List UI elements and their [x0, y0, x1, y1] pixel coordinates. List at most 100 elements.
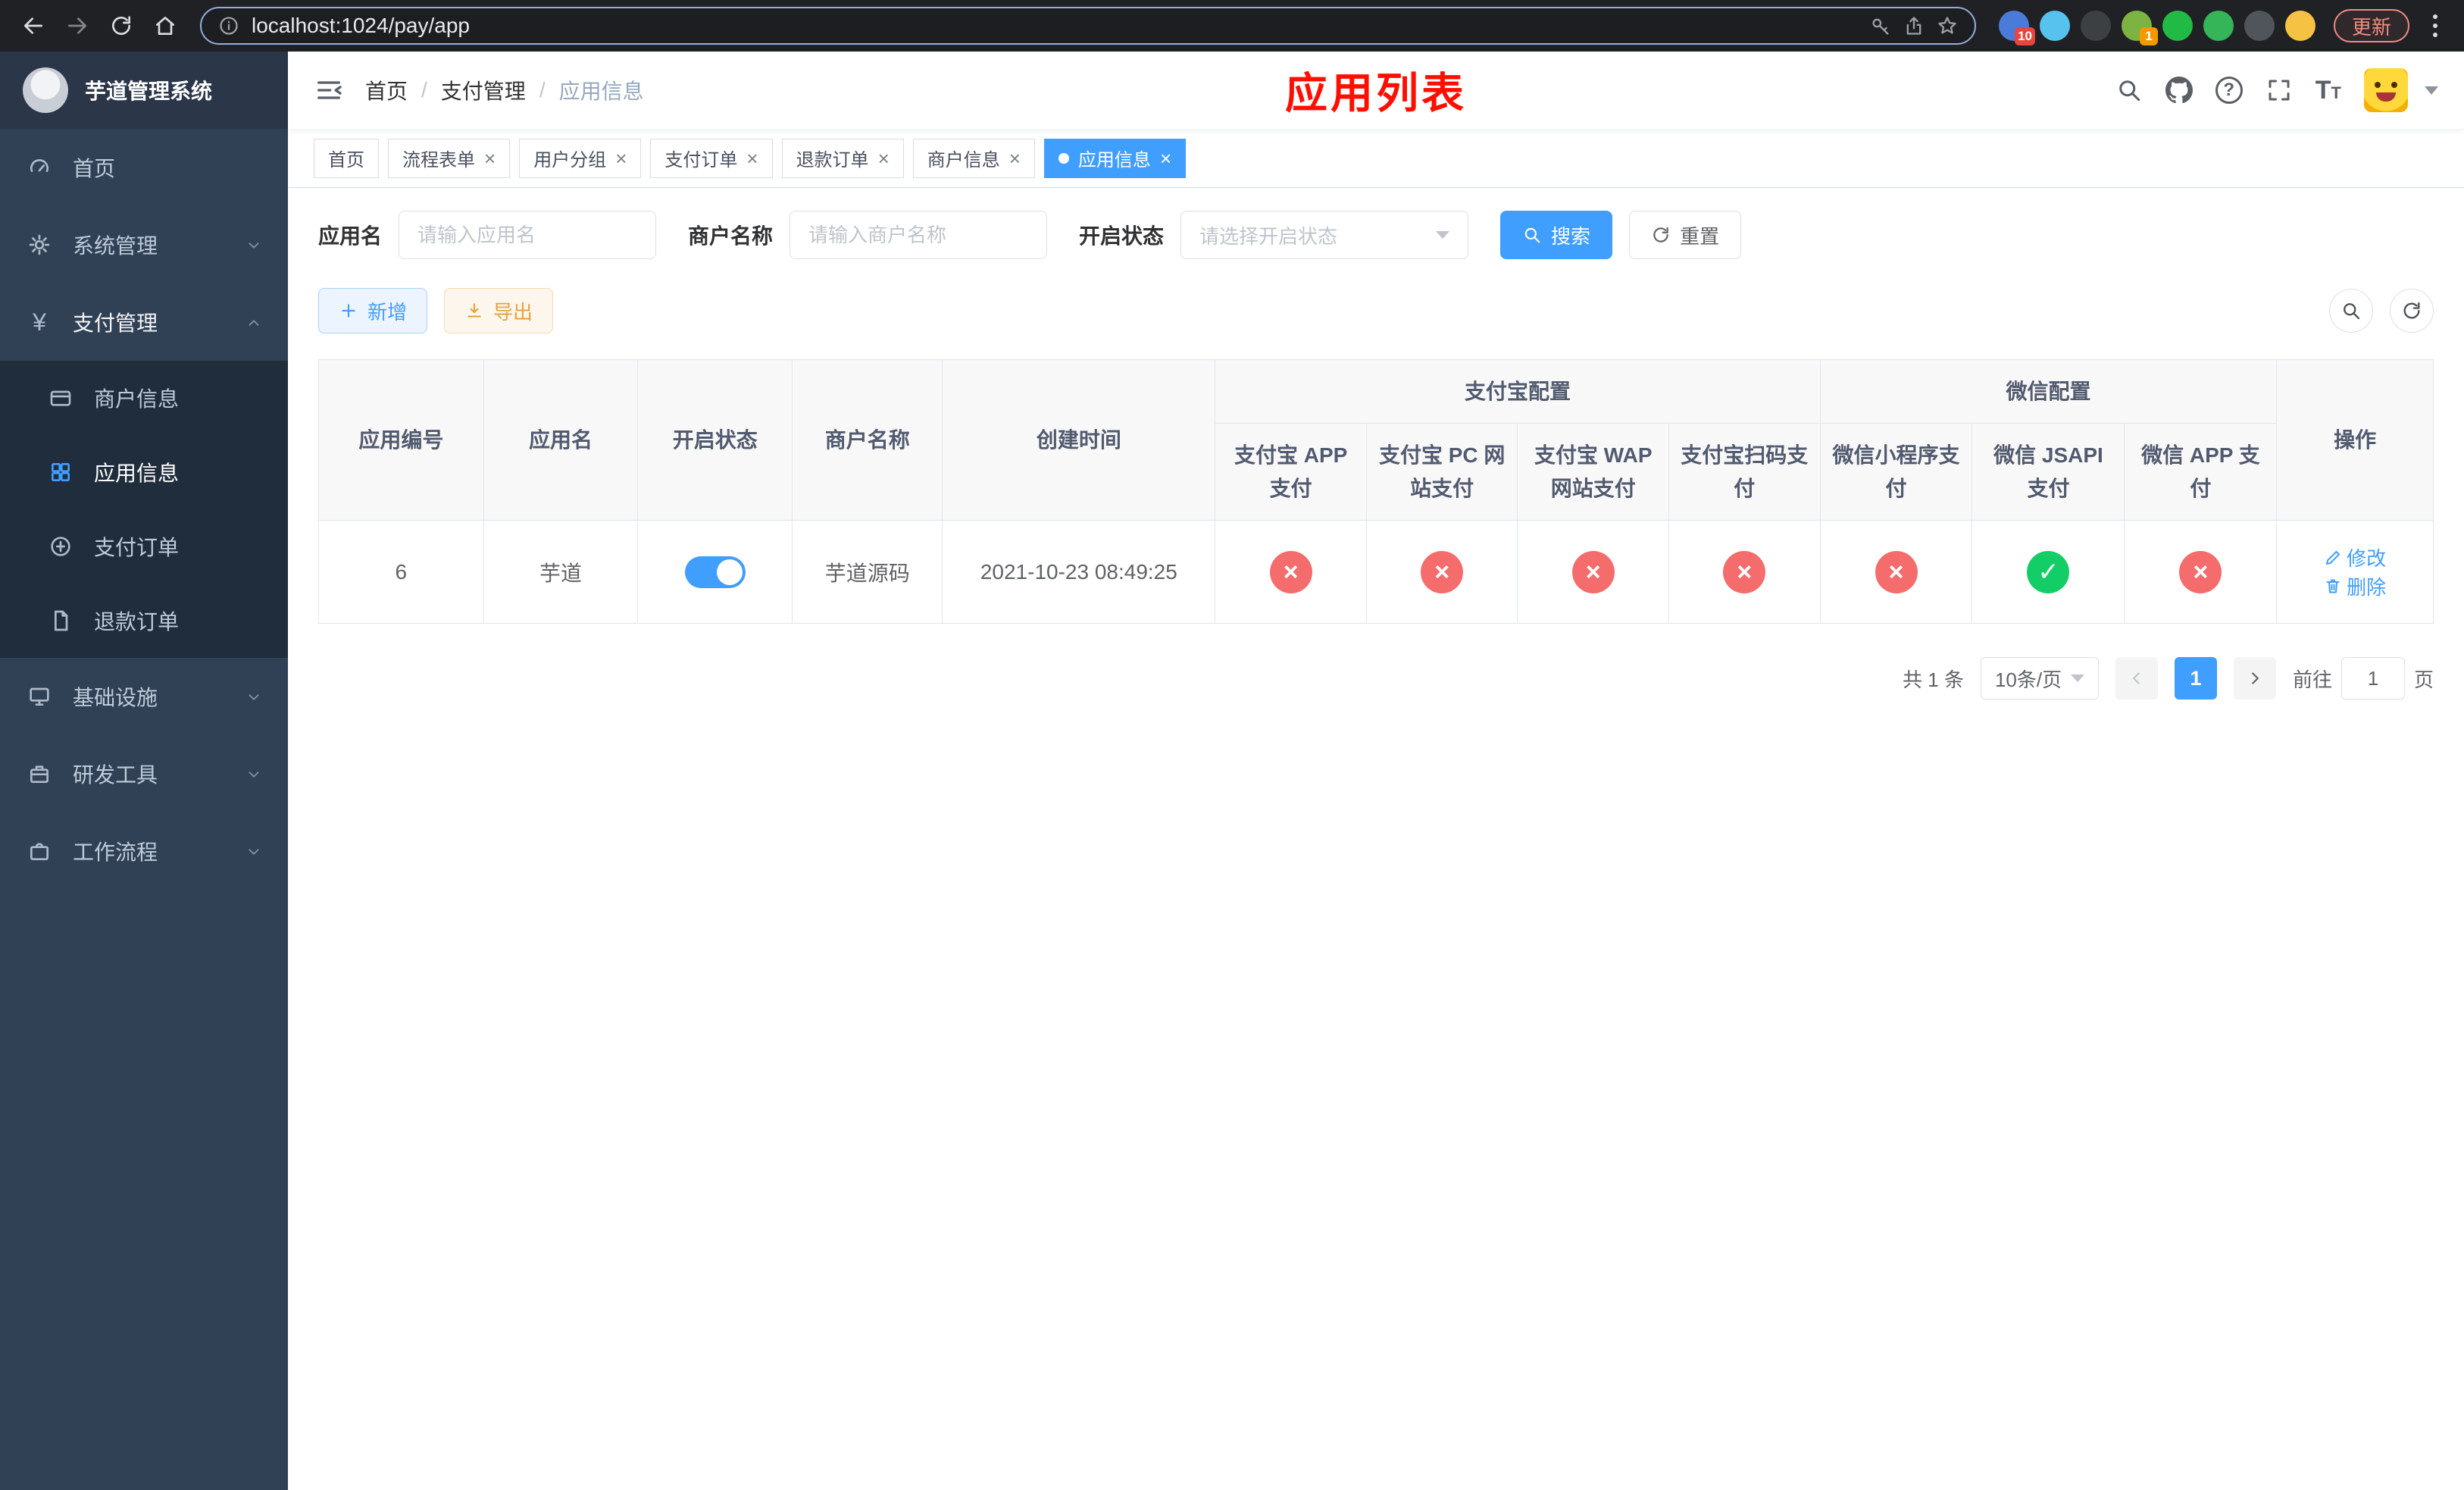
reload-button[interactable] [102, 6, 141, 45]
extension-chat-icon[interactable] [2203, 11, 2234, 41]
col-wechat-mini: 微信小程序支付 [1819, 423, 1973, 521]
download-icon [464, 301, 484, 321]
dashboard-icon [26, 155, 53, 180]
browser-menu-icon[interactable] [2420, 6, 2450, 45]
chrome-update-button[interactable]: 更新 [2333, 9, 2409, 42]
bookmark-star-icon[interactable] [1937, 15, 1958, 36]
edit-link[interactable]: 修改 [2324, 543, 2386, 571]
sidebar-item-dev-tools[interactable]: 研发工具 [0, 735, 288, 812]
hamburger-icon[interactable] [314, 75, 344, 105]
table-row: 6 芋道 芋道源码 2021-10-23 08:49:25 × × × × × … [318, 520, 2434, 624]
cell-app-name: 芋道 [483, 520, 639, 624]
table-toolbar: 新增 导出 [318, 288, 2434, 333]
pagination: 共 1 条 10条/页 1 前往 页 [318, 657, 2434, 700]
status-select[interactable]: 请选择开启状态 [1180, 211, 1469, 259]
chevron-down-icon [245, 687, 262, 706]
app-title: 芋道管理系统 [85, 80, 213, 103]
merchant-name-input[interactable] [790, 211, 1048, 259]
col-status: 开启状态 [637, 358, 793, 521]
apps-table: 应用编号 应用名 开启状态 商户名称 创建时间 支付宝配置 微信配置 操作 支付… [318, 358, 2434, 624]
col-group-wechat: 微信配置 [1819, 358, 2278, 424]
toggle-search-button[interactable] [2329, 289, 2373, 333]
goto-label: 前往 [2292, 668, 2332, 691]
home-button[interactable] [145, 6, 185, 45]
sidebar-item-merchant-info[interactable]: 商户信息 [0, 361, 288, 435]
cell-merchant: 芋道源码 [792, 520, 943, 624]
tab-user-group[interactable]: 用户分组 × [519, 138, 642, 178]
breadcrumb-home[interactable]: 首页 [365, 75, 408, 105]
page-number-1[interactable]: 1 [2174, 657, 2217, 700]
sidebar-item-workflow[interactable]: 工作流程 [0, 812, 288, 890]
sidebar-item-infra[interactable]: 基础设施 [0, 658, 288, 735]
extension-dark-icon[interactable] [2080, 11, 2111, 41]
close-icon[interactable]: × [878, 149, 890, 168]
tab-merchant-info[interactable]: 商户信息 × [912, 138, 1035, 178]
sidebar-item-system[interactable]: 系统管理 [0, 206, 288, 283]
help-icon[interactable]: ? [2215, 77, 2243, 104]
chevron-up-icon [245, 312, 262, 332]
back-button[interactable] [14, 6, 53, 45]
col-alipay-pc: 支付宝 PC 网站支付 [1365, 423, 1518, 521]
tags-view-bar: 首页 流程表单 × 用户分组 × 支付订单 × 退款订单 × 商户信息 × 应用信息 × [288, 129, 2464, 188]
fullscreen-icon[interactable] [2265, 77, 2293, 104]
alipay-scan-status-icon: × [1723, 550, 1766, 593]
sidebar-item-pay-order[interactable]: 支付订单 [0, 509, 288, 584]
col-app-id: 应用编号 [318, 358, 484, 521]
extension-drop-icon[interactable] [2039, 11, 2070, 41]
close-icon[interactable]: × [615, 149, 627, 168]
delete-link[interactable]: 删除 [2324, 572, 2386, 600]
font-size-icon[interactable]: TT [2315, 76, 2341, 105]
share-icon[interactable] [1903, 15, 1925, 36]
search-button[interactable]: 搜索 [1500, 211, 1613, 259]
tab-refund-order[interactable]: 退款订单 × [781, 138, 904, 178]
site-info-icon[interactable] [218, 15, 239, 36]
tab-app-info[interactable]: 应用信息 × [1043, 138, 1187, 178]
caret-down-icon[interactable] [2425, 86, 2438, 95]
address-bar[interactable]: localhost:1024/pay/app [200, 7, 1976, 45]
page-size-select[interactable]: 10条/页 [1980, 657, 2099, 700]
breadcrumb: 首页 / 支付管理 / 应用信息 [365, 75, 644, 105]
tab-pay-order[interactable]: 支付订单 × [650, 138, 773, 178]
extension-blue-icon[interactable]: 10 [1998, 11, 2035, 45]
refresh-table-button[interactable] [2390, 289, 2434, 333]
user-avatar[interactable] [2364, 68, 2408, 112]
close-icon[interactable]: × [746, 149, 758, 168]
enable-toggle[interactable] [684, 556, 746, 588]
next-page-button[interactable] [2233, 657, 2276, 700]
sidebar-item-app-info[interactable]: 应用信息 [0, 435, 288, 509]
sidebar-item-payment[interactable]: ¥ 支付管理 [0, 283, 288, 361]
alipay-wap-status-icon: × [1571, 550, 1615, 593]
github-icon[interactable] [2165, 77, 2193, 104]
extension-pin-icon[interactable] [2244, 11, 2275, 41]
close-icon[interactable]: × [1009, 149, 1021, 168]
col-wechat-jsapi: 微信 JSAPI 支付 [1972, 423, 2125, 521]
breadcrumb-app-info: 应用信息 [558, 80, 644, 103]
cell-created: 2021-10-23 08:49:25 [942, 520, 1216, 624]
cell-app-id: 6 [318, 520, 484, 624]
extension-face-icon[interactable] [2284, 11, 2315, 41]
password-key-icon[interactable] [1870, 15, 1891, 36]
breadcrumb-payment[interactable]: 支付管理 [441, 75, 526, 105]
browser-toolbar: localhost:1024/pay/app 10 1 更新 [0, 0, 2464, 52]
tab-home[interactable]: 首页 [314, 138, 379, 178]
col-created: 创建时间 [942, 358, 1216, 521]
reset-button[interactable]: 重置 [1629, 211, 1742, 259]
toolbox-icon [26, 762, 53, 786]
close-icon[interactable]: × [1160, 149, 1171, 168]
goto-page-input[interactable] [2340, 657, 2405, 700]
close-icon[interactable]: × [484, 149, 496, 168]
tab-process-form[interactable]: 流程表单 × [388, 138, 511, 178]
cell-actions: 修改 删除 [2276, 520, 2434, 624]
app-name-input[interactable] [399, 211, 657, 259]
prev-page-button[interactable] [2115, 657, 2158, 700]
sidebar-item-home[interactable]: 首页 [0, 129, 288, 206]
search-icon[interactable] [2115, 77, 2143, 104]
sidebar-item-refund-order[interactable]: 退款订单 [0, 584, 288, 658]
url-text[interactable]: localhost:1024/pay/app [252, 14, 1858, 38]
extension-wechat-dev-icon[interactable] [2162, 11, 2193, 41]
export-button[interactable]: 导出 [444, 288, 554, 333]
forward-button[interactable] [58, 6, 97, 45]
add-button[interactable]: 新增 [318, 288, 428, 333]
merchant-card-icon [47, 386, 74, 410]
extension-avatar-icon[interactable]: 1 [2121, 11, 2158, 45]
